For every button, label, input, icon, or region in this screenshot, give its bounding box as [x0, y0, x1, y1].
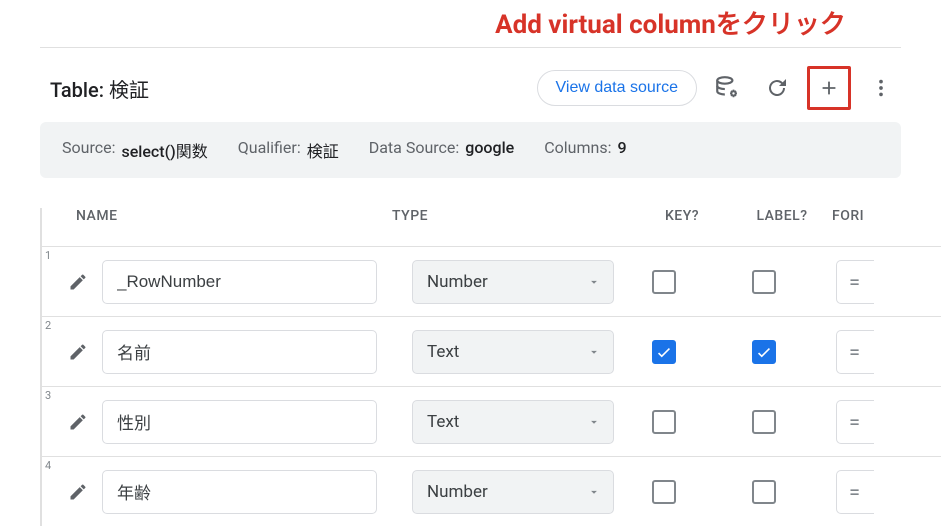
formula-button[interactable]: =: [836, 400, 874, 444]
meta-columns-label: Columns:: [544, 138, 611, 162]
row-number: 4: [42, 457, 54, 472]
column-type-select[interactable]: Number: [412, 260, 614, 304]
top-divider: [40, 47, 901, 48]
formula-button[interactable]: =: [836, 260, 874, 304]
meta-qualifier-value: 検証: [307, 138, 339, 162]
meta-columns-value: 9: [617, 138, 626, 162]
row-number: 3: [42, 387, 54, 402]
data-settings-icon[interactable]: [707, 68, 747, 108]
column-row: 4 Number =: [42, 456, 941, 526]
table-title: Table: 検証: [50, 74, 527, 103]
view-data-source-button[interactable]: View data source: [537, 70, 697, 106]
column-type-select[interactable]: Text: [412, 330, 614, 374]
column-row: 2 Text =: [42, 316, 941, 386]
meta-source-value: select()関数: [121, 138, 207, 162]
key-checkbox[interactable]: [652, 270, 676, 294]
formula-button[interactable]: =: [836, 330, 874, 374]
header-formula: FORI: [832, 208, 892, 224]
label-checkbox[interactable]: [752, 480, 776, 504]
column-type-select[interactable]: Text: [412, 400, 614, 444]
table-header-bar: Table: 検証 View data source: [0, 56, 941, 122]
edit-column-button[interactable]: [54, 482, 102, 502]
more-menu-icon[interactable]: [861, 68, 901, 108]
meta-columns: Columns: 9: [544, 138, 626, 162]
column-headers-row: NAME TYPE KEY? LABEL? FORI: [42, 208, 941, 246]
column-type-value: Number: [427, 272, 488, 292]
column-type-select[interactable]: Number: [412, 470, 614, 514]
column-name-input[interactable]: [102, 330, 377, 374]
header-key: KEY?: [632, 208, 732, 224]
add-virtual-column-button[interactable]: [812, 71, 846, 105]
edit-column-button[interactable]: [54, 412, 102, 432]
column-type-value: Text: [427, 342, 459, 362]
column-row: 1 Number =: [42, 246, 941, 316]
refresh-icon[interactable]: [757, 68, 797, 108]
key-checkbox[interactable]: [652, 480, 676, 504]
label-checkbox[interactable]: [752, 270, 776, 294]
column-name-input[interactable]: [102, 400, 377, 444]
chevron-down-icon: [587, 345, 601, 359]
header-name: NAME: [52, 208, 392, 224]
column-type-value: Number: [427, 482, 488, 502]
chevron-down-icon: [587, 485, 601, 499]
label-checkbox[interactable]: [752, 410, 776, 434]
columns-panel: NAME TYPE KEY? LABEL? FORI 1 Number: [40, 208, 941, 526]
edit-column-button[interactable]: [54, 272, 102, 292]
column-type-value: Text: [427, 412, 459, 432]
label-checkbox[interactable]: [752, 340, 776, 364]
column-row: 3 Text =: [42, 386, 941, 456]
meta-datasource-value: google: [465, 138, 514, 162]
table-title-name: 検証: [109, 78, 149, 102]
header-type: TYPE: [392, 208, 632, 224]
formula-button[interactable]: =: [836, 470, 874, 514]
chevron-down-icon: [587, 275, 601, 289]
header-label: LABEL?: [732, 208, 832, 224]
instruction-callout: Add virtual columnをクリック: [0, 0, 941, 47]
meta-datasource-label: Data Source:: [369, 138, 460, 162]
key-checkbox[interactable]: [652, 340, 676, 364]
add-column-highlight: [807, 66, 851, 110]
meta-qualifier: Qualifier: 検証: [238, 138, 339, 162]
meta-qualifier-label: Qualifier:: [238, 138, 301, 162]
row-number: 1: [42, 247, 54, 262]
column-name-input[interactable]: [102, 470, 377, 514]
table-title-label: Table:: [50, 78, 104, 102]
row-number: 2: [42, 317, 54, 332]
chevron-down-icon: [587, 415, 601, 429]
edit-column-button[interactable]: [54, 342, 102, 362]
table-meta-bar: Source: select()関数 Qualifier: 検証 Data So…: [40, 122, 901, 178]
meta-source-label: Source:: [62, 138, 115, 162]
column-name-input[interactable]: [102, 260, 377, 304]
key-checkbox[interactable]: [652, 410, 676, 434]
meta-source: Source: select()関数: [62, 138, 208, 162]
meta-datasource: Data Source: google: [369, 138, 515, 162]
